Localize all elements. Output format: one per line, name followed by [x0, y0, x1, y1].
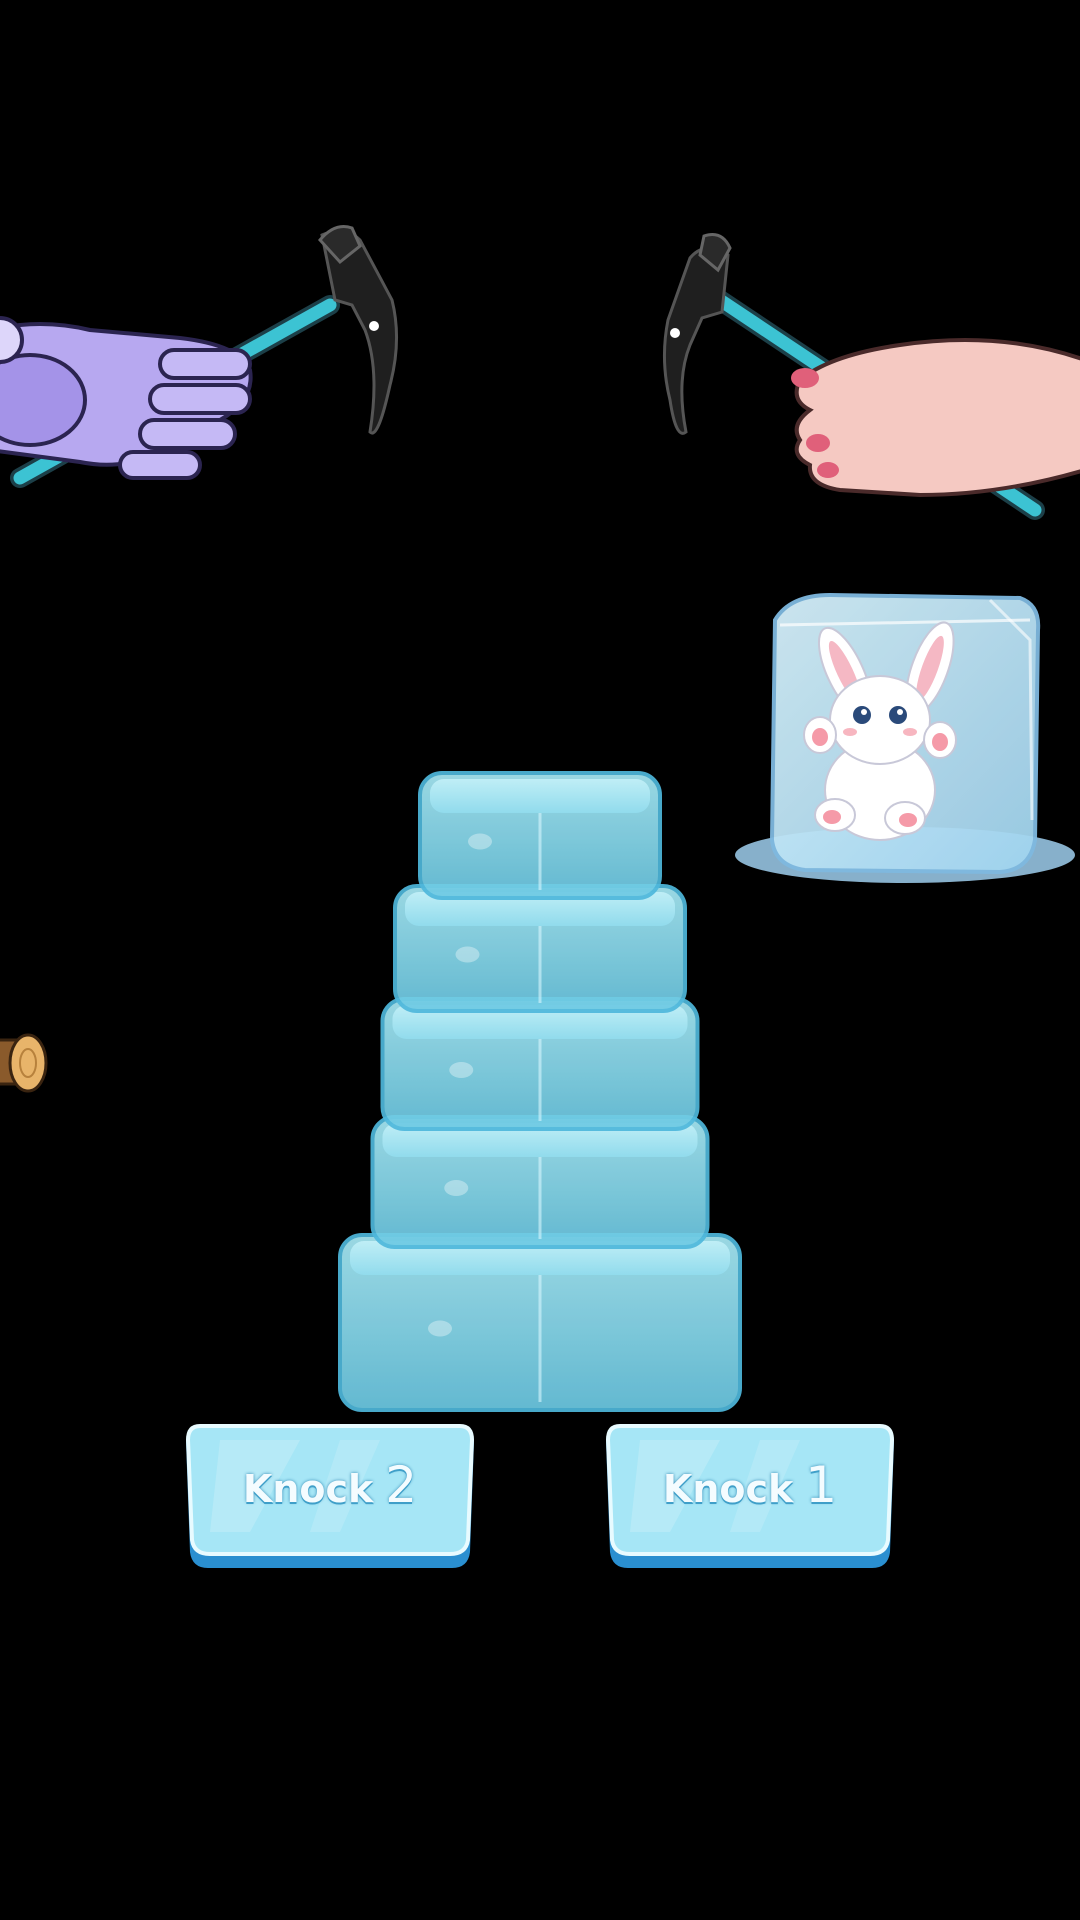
human-hand [791, 338, 1080, 498]
knock-1-label: Knock 1 [600, 1456, 900, 1514]
knock-word: Knock [242, 1467, 374, 1511]
ice-block[interactable] [380, 997, 700, 1131]
knock-2-label: Knock 2 [180, 1456, 480, 1514]
knock-count: 1 [805, 1456, 838, 1514]
ice-tower[interactable] [338, 771, 742, 1412]
robot-hand [0, 316, 253, 480]
knock-1-button[interactable]: Knock 1 [600, 1422, 900, 1574]
game-scene [0, 225, 1080, 1412]
wood-log-icon [0, 1033, 48, 1093]
ice-block[interactable] [338, 1233, 742, 1412]
ice-block[interactable] [393, 884, 687, 1013]
ice-block[interactable] [370, 1115, 710, 1249]
knock-word: Knock [662, 1467, 794, 1511]
knock-count: 2 [385, 1456, 418, 1514]
ice-block[interactable] [418, 771, 662, 900]
knock-2-button[interactable]: Knock 2 [180, 1422, 480, 1574]
robot-hand-with-axe[interactable] [0, 225, 398, 488]
human-hand-with-axe[interactable] [662, 233, 1080, 520]
frozen-bunny-ice-cube[interactable] [735, 592, 1075, 883]
